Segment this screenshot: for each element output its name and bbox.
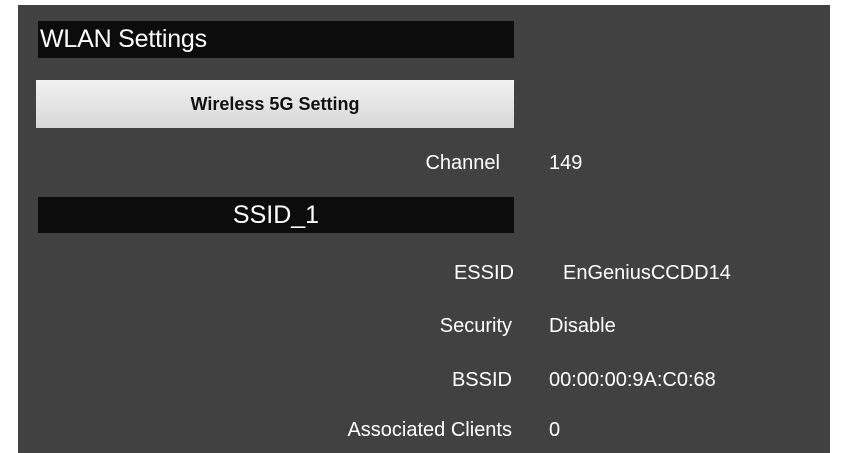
section-title: WLAN Settings <box>38 21 514 58</box>
associated-clients-label: Associated Clients <box>347 419 512 441</box>
channel-label: Channel <box>425 152 500 174</box>
channel-value: 149 <box>549 152 583 174</box>
associated-clients-value: 0 <box>549 419 561 441</box>
essid-label: ESSID <box>453 262 514 284</box>
security-value: Disable <box>549 315 616 337</box>
wlan-settings-panel: WLAN Settings Wireless 5G Setting Channe… <box>18 5 830 453</box>
essid-value: EnGeniusCCDD14 <box>563 262 731 284</box>
ssid-section-title: SSID_1 <box>38 197 514 233</box>
bssid-label: BSSID <box>451 369 512 391</box>
security-label: Security <box>439 315 512 337</box>
bssid-value: 00:00:00:9A:C0:68 <box>549 369 716 391</box>
tab-wireless-5g-setting[interactable]: Wireless 5G Setting <box>36 80 514 128</box>
